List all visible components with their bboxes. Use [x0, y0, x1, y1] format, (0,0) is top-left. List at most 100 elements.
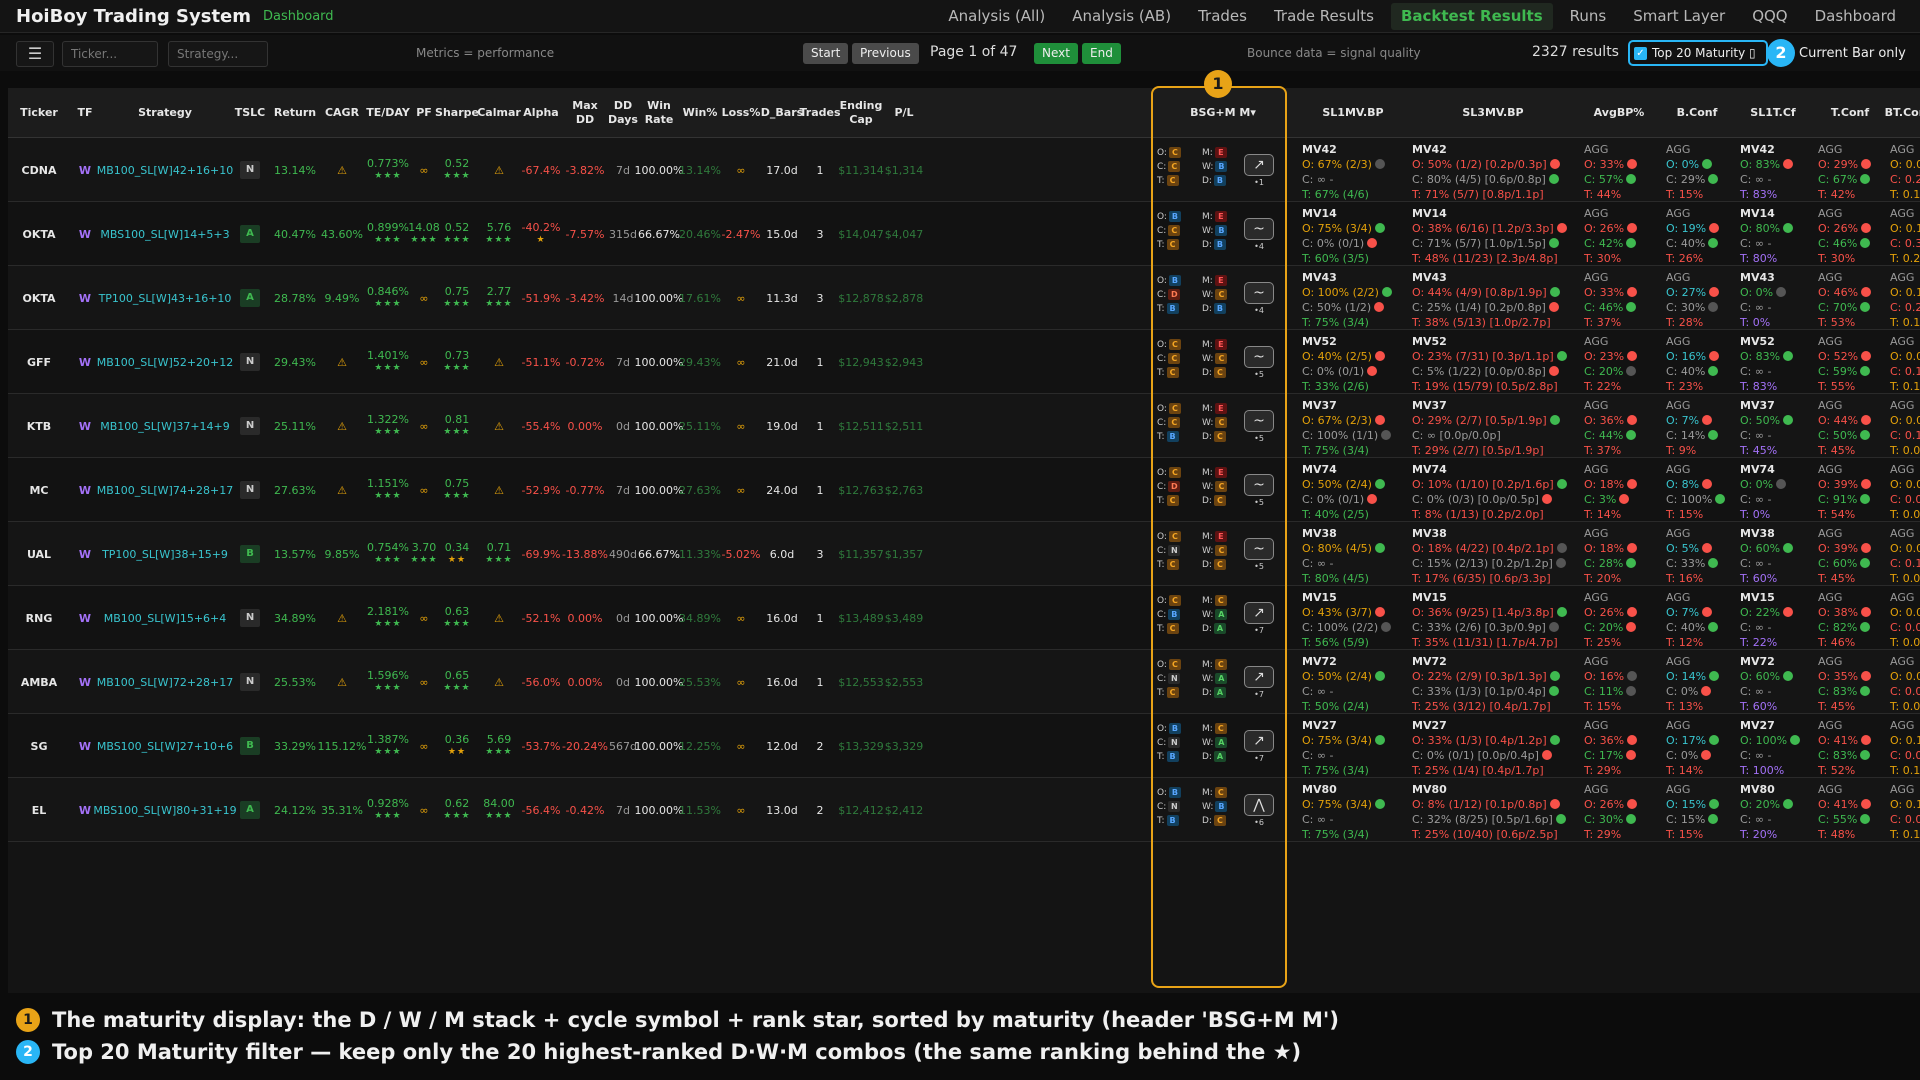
cycle-symbol-icon[interactable]: ↗ [1244, 154, 1274, 176]
nav-item[interactable]: Analysis (All) [938, 3, 1055, 30]
column-header[interactable]: Max DD [562, 88, 608, 138]
table-row[interactable]: SG W MBS100_SL[W]27+10+6 B 33.29% 115.12% 1.38… [8, 714, 1920, 778]
column-header[interactable]: SL1T.Cf [1734, 88, 1812, 138]
value-ticker[interactable]: CDNA [22, 164, 57, 177]
value-strategy[interactable]: MB100_SL[W]52+20+12 [97, 356, 234, 369]
table-row[interactable]: OKTA W TP100_SL[W]43+16+10 A 28.78% 9.49% 0.84… [8, 266, 1920, 330]
current-bar-toggle[interactable]: Current Bar only [1799, 46, 1906, 61]
column-header[interactable]: TSLC [230, 88, 270, 138]
cycle-symbol-icon[interactable]: ~ [1244, 218, 1274, 240]
column-header[interactable]: B.Conf [1660, 88, 1734, 138]
value-ticker[interactable]: MC [29, 484, 48, 497]
maturity-cell[interactable]: O: C C: D T: C M: E W: C D: C ~ •5 [1150, 458, 1287, 522]
column-header[interactable]: Alpha [520, 88, 562, 138]
maturity-cell[interactable]: O: C C: C T: C M: E W: C D: C ~ •5 [1150, 330, 1287, 394]
value-strategy[interactable]: MB100_SL[W]72+28+17 [97, 676, 234, 689]
maturity-cell[interactable]: O: C C: C T: C M: E W: B D: B ↗ •1 [1150, 138, 1287, 202]
nav-item[interactable]: Smart Layer [1623, 3, 1735, 30]
cycle-symbol-icon[interactable]: ~ [1244, 282, 1274, 304]
maturity-cell[interactable]: O: B C: C T: C M: E W: B D: B ~ •4 [1150, 202, 1287, 266]
maturity-cell[interactable]: O: C C: C T: B M: E W: C D: C ~ •5 [1150, 394, 1287, 458]
nav-item[interactable]: Analysis (AB) [1062, 3, 1181, 30]
table-row[interactable]: OKTA W MBS100_SL[W]14+5+3 A 40.47% 43.60% 0.89… [8, 202, 1920, 266]
nav-item[interactable]: Runs [1560, 3, 1617, 30]
nav-item[interactable]: Backtest Results [1390, 3, 1553, 30]
value-ticker[interactable]: AMBA [21, 676, 57, 689]
cycle-symbol-icon[interactable]: ↗ [1244, 730, 1274, 752]
value-ticker[interactable]: GFF [27, 356, 51, 369]
top20-maturity-filter[interactable]: ✓ Top 20 Maturity ▯ [1628, 40, 1768, 66]
column-header[interactable]: D_Bars [761, 88, 803, 138]
value-strategy[interactable]: MB100_SL[W]74+28+17 [97, 484, 234, 497]
maturity-cell[interactable]: O: B C: N T: B M: C W: A D: A ↗ •7 [1150, 714, 1287, 778]
column-header[interactable]: T.Conf [1812, 88, 1888, 138]
column-header[interactable]: Ticker [8, 88, 70, 138]
column-header[interactable]: DD Days [608, 88, 638, 138]
column-header[interactable]: Strategy [100, 88, 230, 138]
maturity-cell[interactable]: O: B C: N T: B M: C W: B D: C ⋀ •6 [1150, 778, 1287, 842]
value-strategy[interactable]: TP100_SL[W]38+15+9 [102, 548, 228, 561]
value-ticker[interactable]: EL [32, 804, 47, 817]
column-header[interactable]: SL1MV.BP [1298, 88, 1408, 138]
table-row[interactable]: UAL W TP100_SL[W]38+15+9 B 13.57% 9.85% 0.754%… [8, 522, 1920, 586]
column-header[interactable]: Sharpe [435, 88, 479, 138]
menu-icon[interactable]: ☰ [16, 41, 54, 67]
column-header[interactable]: Win% [680, 88, 720, 138]
cycle-symbol-icon[interactable]: ~ [1244, 538, 1274, 560]
value-strategy[interactable]: TP100_SL[W]43+16+10 [99, 292, 232, 305]
nav-item[interactable]: Dashboard [1805, 3, 1906, 30]
table-row[interactable]: MC W MB100_SL[W]74+28+17 N 27.63% ⚠ 1.151% ★★★ ∞… [8, 458, 1920, 522]
nav-item[interactable]: Trade Results [1264, 3, 1384, 30]
column-header[interactable]: Ending Cap [838, 88, 884, 138]
next-button[interactable]: Next [1034, 43, 1078, 64]
table-row[interactable]: EL W MBS100_SL[W]80+31+19 A 24.12% 35.31% 0.92… [8, 778, 1920, 842]
maturity-cell[interactable]: O: C C: N T: C M: E W: C D: C ~ •5 [1150, 522, 1287, 586]
value-strategy[interactable]: MBS100_SL[W]27+10+6 [97, 740, 233, 753]
value-ticker[interactable]: OKTA [22, 228, 55, 241]
column-header[interactable]: TF [70, 88, 100, 138]
table-row[interactable]: AMBA W MB100_SL[W]72+28+17 N 25.53% ⚠ 1.596% ★★… [8, 650, 1920, 714]
value-strategy[interactable]: MBS100_SL[W]80+31+19 [93, 804, 236, 817]
value-ticker[interactable]: OKTA [22, 292, 55, 305]
column-header[interactable]: BT.Conf [1885, 88, 1920, 138]
value-strategy[interactable]: MB100_SL[W]15+6+4 [104, 612, 227, 625]
strategy-input[interactable] [168, 41, 268, 67]
value-strategy[interactable]: MB100_SL[W]42+16+10 [97, 164, 234, 177]
value-strategy[interactable]: MB100_SL[W]37+14+9 [100, 420, 230, 433]
column-header[interactable]: Trades [799, 88, 840, 138]
value-strategy[interactable]: MBS100_SL[W]14+5+3 [100, 228, 229, 241]
value-ticker[interactable]: RNG [26, 612, 53, 625]
nav-item[interactable]: QQQ [1742, 3, 1797, 30]
value-ticker[interactable]: UAL [27, 548, 51, 561]
column-header[interactable]: TE/DAY [364, 88, 412, 138]
cycle-symbol-icon[interactable]: ↗ [1244, 602, 1274, 624]
value-ticker[interactable]: KTB [27, 420, 51, 433]
column-header[interactable]: Loss% [720, 88, 762, 138]
cycle-symbol-icon[interactable]: ⋀ [1244, 794, 1274, 816]
table-row[interactable]: KTB W MB100_SL[W]37+14+9 N 25.11% ⚠ 1.322% ★★★ ∞… [8, 394, 1920, 458]
cycle-symbol-icon[interactable]: ↗ [1244, 666, 1274, 688]
column-header[interactable]: Return [270, 88, 320, 138]
column-header[interactable]: P/L [884, 88, 924, 138]
table-row[interactable]: CDNA W MB100_SL[W]42+16+10 N 13.14% ⚠ 0.773% ★★… [8, 138, 1920, 202]
start-button[interactable]: Start [803, 43, 849, 64]
column-header[interactable]: Calmar [477, 88, 521, 138]
ticker-input[interactable] [62, 41, 158, 67]
table-row[interactable]: RNG W MB100_SL[W]15+6+4 N 34.89% ⚠ 2.181% ★★★ ∞ 0… [8, 586, 1920, 650]
column-header[interactable]: PF [412, 88, 436, 138]
checkbox-icon[interactable]: ✓ [1634, 46, 1647, 60]
column-header[interactable]: CAGR [320, 88, 364, 138]
column-header[interactable]: Win Rate [638, 88, 680, 138]
table-row[interactable]: GFF W MB100_SL[W]52+20+12 N 29.43% ⚠ 1.401% ★★★… [8, 330, 1920, 394]
previous-button[interactable]: Previous [852, 43, 919, 64]
column-header[interactable]: SL3MV.BP [1408, 88, 1578, 138]
end-button[interactable]: End [1082, 43, 1121, 64]
maturity-cell[interactable]: O: C C: B T: C M: C W: A D: A ↗ •7 [1150, 586, 1287, 650]
value-ticker[interactable]: SG [31, 740, 48, 753]
maturity-cell[interactable]: O: B C: D T: B M: E W: C D: B ~ •4 [1150, 266, 1287, 330]
cycle-symbol-icon[interactable]: ~ [1244, 474, 1274, 496]
column-header[interactable]: AvgBP% [1578, 88, 1660, 138]
cycle-symbol-icon[interactable]: ~ [1244, 346, 1274, 368]
breadcrumb[interactable]: Dashboard [263, 9, 334, 24]
maturity-cell[interactable]: O: C C: N T: C M: C W: A D: A ↗ •7 [1150, 650, 1287, 714]
